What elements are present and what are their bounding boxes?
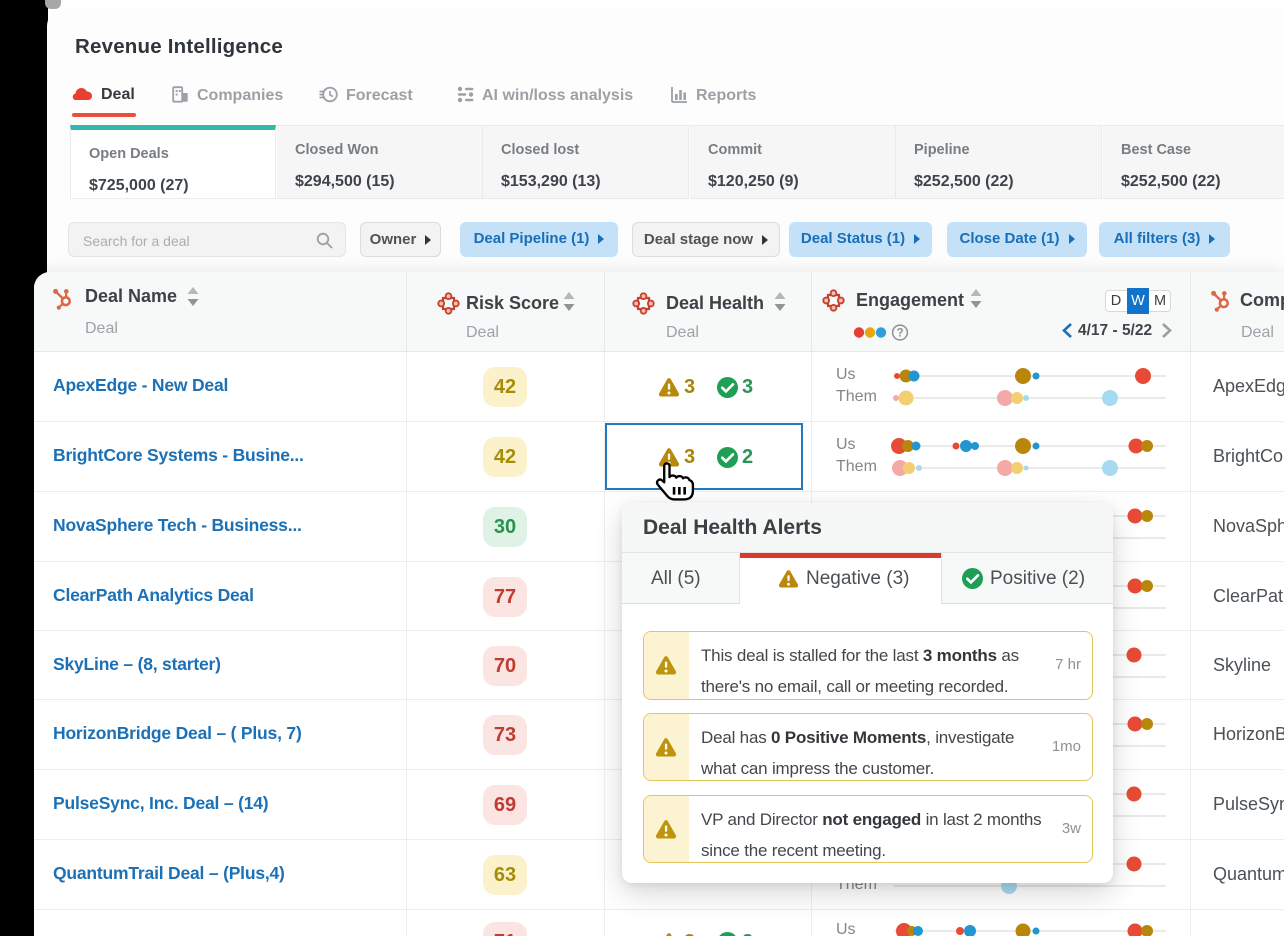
svg-text:?: ? xyxy=(896,328,903,340)
